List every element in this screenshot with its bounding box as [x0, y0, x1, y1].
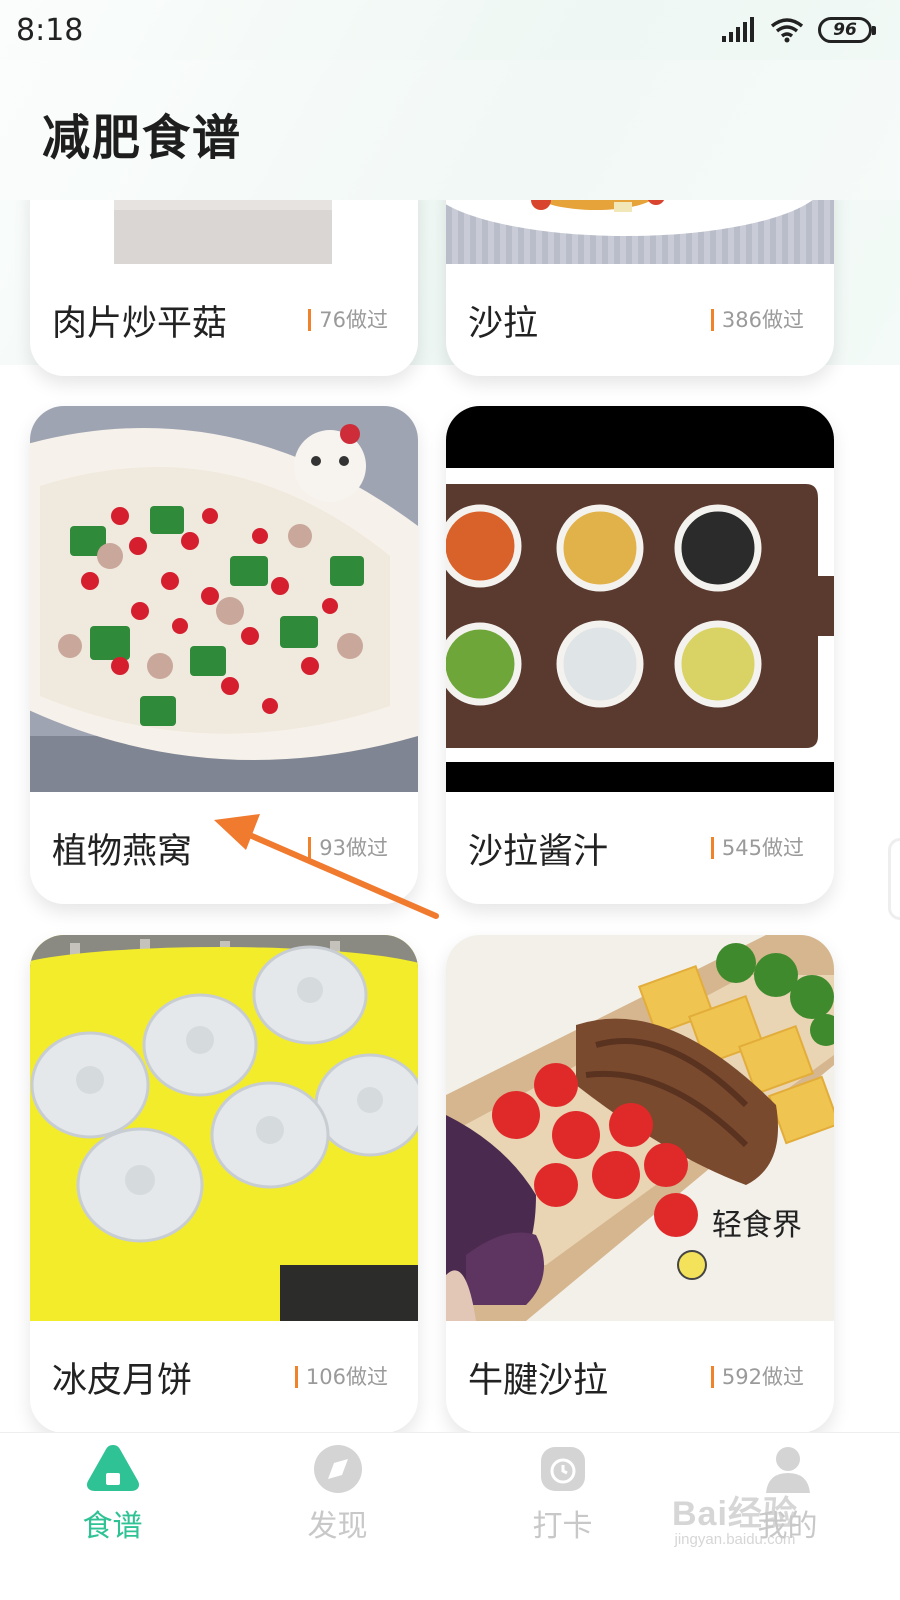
status-icons: 96: [722, 17, 876, 43]
recipe-card[interactable]: 冰皮月饼 106做过: [30, 935, 418, 1433]
recipe-image: [30, 935, 418, 1321]
tab-label: 发现: [307, 1509, 368, 1544]
checkin-icon: [540, 1447, 585, 1491]
recipe-count: 76做过: [308, 309, 388, 331]
recipe-card[interactable]: 植物燕窝 93做过: [30, 406, 418, 904]
recipe-footer: 沙拉酱汁 545做过: [446, 792, 834, 904]
page-title: 减肥食谱: [42, 110, 243, 166]
recipe-footer: 肉片炒平菇 76做过: [30, 264, 418, 376]
recipe-footer: 植物燕窝 93做过: [30, 792, 418, 904]
profile-icon: [765, 1447, 810, 1493]
status-bar: 8:18 96: [0, 0, 900, 60]
recipe-name: 肉片炒平菇: [52, 303, 228, 344]
wifi-icon: [770, 18, 804, 43]
image-caption: 轻食界: [712, 1208, 802, 1243]
recipe-footer: 沙拉 386做过: [446, 264, 834, 376]
tab-label: 食谱: [82, 1509, 143, 1544]
recipe-footer: 牛腱沙拉 592做过: [446, 1321, 834, 1433]
recipe-footer: 冰皮月饼 106做过: [30, 1321, 418, 1433]
tab-label: 我的: [757, 1509, 818, 1544]
recipe-count: 592做过: [710, 1366, 804, 1388]
recipe-count: 545做过: [710, 837, 804, 859]
recipe-name: 冰皮月饼: [52, 1360, 193, 1401]
recipe-name: 沙拉酱汁: [468, 831, 609, 872]
tab-recipes[interactable]: 食谱: [0, 1433, 225, 1600]
recipe-icon: [86, 1445, 139, 1491]
recipe-count: 106做过: [294, 1366, 388, 1388]
recipe-name: 牛腱沙拉: [468, 1360, 609, 1401]
signal-icon: [722, 17, 754, 42]
tab-discover[interactable]: 发现: [225, 1433, 450, 1600]
status-time: 8:18: [16, 12, 84, 48]
recipe-card[interactable]: 轻食界 牛腱沙拉 592做过: [446, 935, 834, 1433]
tab-label: 打卡: [532, 1509, 593, 1544]
bottom-tab-bar: 食谱 发现 打卡 我的: [0, 1432, 900, 1600]
battery-icon: 96: [818, 17, 876, 43]
recipe-image: [30, 406, 418, 792]
recipe-image: [446, 406, 834, 792]
tab-profile[interactable]: 我的: [675, 1433, 900, 1600]
recipe-card[interactable]: 沙拉酱汁 545做过: [446, 406, 834, 904]
recipe-image: 轻食界: [446, 935, 834, 1321]
recipe-name: 植物燕窝: [52, 831, 193, 872]
recipe-count: 386做过: [710, 309, 804, 331]
scroll-handle[interactable]: [888, 838, 900, 920]
discover-icon: [313, 1445, 362, 1493]
tab-checkin[interactable]: 打卡: [450, 1433, 675, 1600]
battery-level: 96: [833, 20, 857, 40]
recipe-count: 93做过: [308, 837, 388, 859]
recipe-name: 沙拉: [468, 303, 539, 344]
app-header: 减肥食谱: [0, 60, 900, 200]
